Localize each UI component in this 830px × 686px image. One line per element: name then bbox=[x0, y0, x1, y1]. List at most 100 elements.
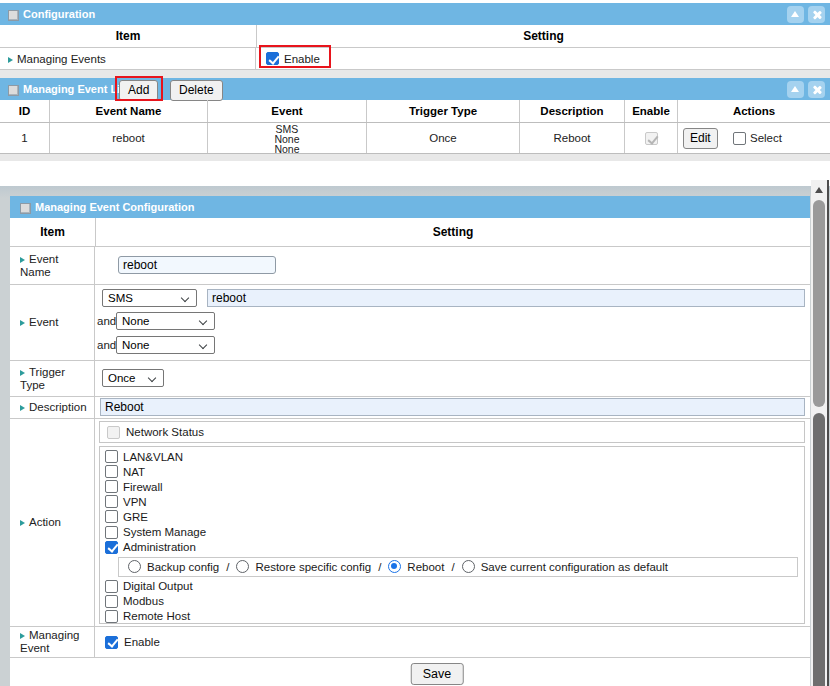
gre-checkbox[interactable] bbox=[105, 510, 118, 523]
administration-label: Administration bbox=[123, 541, 196, 553]
save-default-label: Save current configuration as default bbox=[481, 561, 668, 573]
event-type-select[interactable]: SMS bbox=[102, 289, 197, 307]
event-label: Event bbox=[29, 316, 58, 328]
event-name-row: Event Name bbox=[10, 247, 810, 285]
vpn-checkbox[interactable] bbox=[105, 495, 118, 508]
panel-table-header: Item Setting bbox=[10, 218, 810, 247]
event-name-label: Event Name bbox=[20, 253, 58, 278]
restore-specific-config-radio[interactable] bbox=[236, 560, 249, 573]
digital-output-label: Digital Output bbox=[123, 580, 193, 592]
managing-event-label: Managing Event bbox=[20, 629, 80, 654]
scroll-up-icon[interactable] bbox=[815, 187, 823, 193]
highlight-enable bbox=[259, 45, 331, 68]
row-select-checkbox[interactable] bbox=[733, 132, 746, 145]
remote-host-label: Remote Host bbox=[123, 610, 190, 622]
select-label: Select bbox=[750, 123, 782, 153]
column-actions: Actions bbox=[678, 100, 830, 122]
column-event-name: Event Name bbox=[50, 100, 208, 122]
collapse-button[interactable] bbox=[787, 6, 804, 23]
cell-trigger-type: Once bbox=[367, 123, 520, 153]
column-item: Item bbox=[10, 218, 96, 246]
item-arrow-icon bbox=[20, 370, 25, 376]
lan-vlan-checkbox[interactable] bbox=[105, 450, 118, 463]
action-label: Action bbox=[29, 516, 61, 528]
event-value-input[interactable] bbox=[207, 289, 805, 307]
save-button[interactable]: Save bbox=[411, 663, 464, 685]
separator: / bbox=[451, 561, 454, 573]
column-enable: Enable bbox=[625, 100, 678, 122]
system-manage-checkbox[interactable] bbox=[105, 526, 118, 539]
event-list-section-header: Managing Event List Add Delete bbox=[0, 78, 830, 100]
firewall-checkbox[interactable] bbox=[105, 480, 118, 493]
collapse-button[interactable] bbox=[787, 81, 804, 98]
restore-specific-config-label: Restore specific config bbox=[255, 561, 371, 573]
event-configuration-panel: Managing Event Configuration Item Settin… bbox=[10, 196, 810, 686]
action-row: Action Network Status LAN&VLAN NAT Firew… bbox=[10, 419, 810, 627]
and-label: and bbox=[97, 315, 116, 327]
separator: / bbox=[378, 561, 381, 573]
section-gap bbox=[0, 154, 830, 161]
system-manage-label: System Manage bbox=[123, 526, 206, 538]
cell-description: Reboot bbox=[520, 123, 625, 153]
highlight-add bbox=[115, 76, 163, 101]
backup-config-label: Backup config bbox=[147, 561, 219, 573]
event-row: Event SMS and None and None bbox=[10, 285, 810, 361]
configuration-section-header: Configuration bbox=[0, 3, 830, 25]
window-edge bbox=[827, 180, 829, 686]
section-title: Managing Event List bbox=[23, 78, 130, 100]
row-enable-checkbox bbox=[645, 132, 658, 145]
save-default-radio[interactable] bbox=[462, 560, 475, 573]
column-trigger-type: Trigger Type bbox=[367, 100, 520, 122]
edit-button[interactable]: Edit bbox=[683, 128, 718, 149]
administration-options-box: Backup config/ Restore specific config/ … bbox=[118, 557, 798, 577]
remote-host-checkbox[interactable] bbox=[105, 610, 118, 623]
column-setting: Setting bbox=[96, 218, 810, 246]
event-and2-select[interactable]: None bbox=[116, 336, 215, 354]
item-arrow-icon bbox=[20, 257, 25, 263]
column-event: Event bbox=[208, 100, 367, 122]
trigger-type-label: Trigger Type bbox=[20, 366, 65, 391]
separator: / bbox=[226, 561, 229, 573]
and-label: and bbox=[97, 339, 116, 351]
network-status-box: Network Status bbox=[99, 421, 805, 443]
scrollbar-thumb[interactable] bbox=[813, 200, 825, 407]
nat-label: NAT bbox=[123, 466, 145, 478]
reboot-radio[interactable] bbox=[388, 560, 401, 573]
cell-id: 1 bbox=[0, 123, 50, 153]
close-button[interactable] bbox=[808, 81, 825, 98]
section-icon bbox=[20, 203, 31, 214]
network-status-checkbox bbox=[107, 426, 120, 439]
lan-vlan-label: LAN&VLAN bbox=[123, 451, 183, 463]
managing-event-row: Managing Event Enable bbox=[10, 627, 810, 658]
digital-output-checkbox[interactable] bbox=[105, 580, 118, 593]
cell-actions: Edit Select bbox=[678, 123, 830, 153]
event-name-input[interactable] bbox=[118, 256, 276, 274]
backup-config-radio[interactable] bbox=[128, 560, 141, 573]
save-row: Save bbox=[10, 658, 810, 686]
column-id: ID bbox=[0, 100, 50, 122]
administration-checkbox[interactable] bbox=[105, 541, 118, 554]
close-button[interactable] bbox=[808, 6, 825, 23]
section-icon bbox=[8, 10, 19, 21]
event-list-row: 1 reboot SMSNoneNone Once Reboot Edit Se… bbox=[0, 123, 830, 154]
modbus-checkbox[interactable] bbox=[105, 595, 118, 608]
column-description: Description bbox=[520, 100, 625, 122]
section-icon bbox=[8, 85, 19, 96]
scrollbar-thumb-lower[interactable] bbox=[813, 413, 825, 686]
delete-button[interactable]: Delete bbox=[170, 80, 223, 101]
modal-overlay: Managing Event Configuration Item Settin… bbox=[0, 186, 830, 686]
nat-checkbox[interactable] bbox=[105, 465, 118, 478]
item-arrow-icon bbox=[20, 405, 25, 411]
panel-title: Managing Event Configuration bbox=[35, 196, 195, 218]
enable-label: Enable bbox=[124, 636, 160, 648]
event-and1-select[interactable]: None bbox=[116, 312, 215, 330]
column-item: Item bbox=[0, 25, 257, 47]
description-input[interactable] bbox=[100, 398, 805, 416]
reboot-label: Reboot bbox=[407, 561, 444, 573]
trigger-type-select[interactable]: Once bbox=[102, 369, 164, 387]
column-setting: Setting bbox=[257, 25, 830, 47]
item-arrow-icon bbox=[20, 520, 25, 526]
trigger-type-row: Trigger Type Once bbox=[10, 361, 810, 397]
description-label: Description bbox=[29, 401, 87, 413]
managing-event-enable-checkbox[interactable] bbox=[105, 636, 118, 649]
